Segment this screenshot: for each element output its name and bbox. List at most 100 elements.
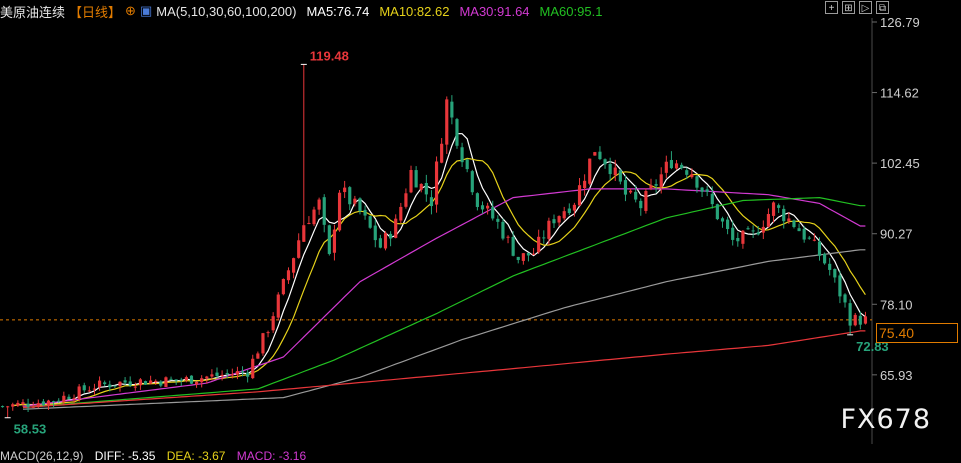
candle-body	[312, 209, 316, 225]
candle-body	[92, 388, 97, 390]
candle-body	[460, 147, 464, 163]
candle-body	[756, 232, 760, 235]
ma30-line	[22, 188, 866, 407]
candle-body	[230, 374, 234, 376]
candle-body	[363, 209, 367, 216]
candle-body	[261, 333, 265, 354]
candle-body	[184, 377, 188, 381]
candle-body	[618, 170, 622, 182]
candle-body	[761, 226, 765, 233]
candle-body	[353, 198, 357, 204]
candle-body	[649, 185, 653, 189]
ma10-value: MA10:82.62	[379, 3, 450, 19]
y-tick-label: 90.27	[880, 227, 913, 242]
candle-body	[266, 332, 270, 334]
ma60-value: MA60:95.1	[539, 3, 603, 19]
candle-body	[389, 233, 393, 239]
macd-readout: MACD(26,12,9) DIFF: -5.35 DEA: -3.67 MAC…	[0, 449, 314, 463]
macd-dea: DEA: -3.67	[166, 449, 226, 463]
candle-body	[567, 208, 571, 214]
candle-body	[659, 174, 663, 187]
candle-body	[817, 241, 822, 256]
ma-settings[interactable]: MA(5,10,30,60,100,200)	[156, 4, 296, 19]
candle-body	[16, 402, 20, 406]
candle-body	[628, 190, 633, 193]
candle-body	[220, 374, 224, 376]
candle-body	[726, 219, 730, 230]
ma200-line	[22, 330, 866, 409]
candle-body	[736, 237, 740, 242]
candle-body	[322, 197, 326, 225]
candle-body	[787, 218, 791, 222]
candle-body	[52, 401, 56, 403]
candle-body	[680, 164, 684, 169]
candle-body	[36, 403, 40, 407]
candle-body	[552, 219, 556, 224]
candle-body	[480, 205, 485, 210]
candle-body	[419, 183, 423, 190]
candle-body	[664, 161, 668, 173]
candle-body	[164, 377, 168, 387]
candle-body	[644, 191, 648, 211]
expand-icon[interactable]: ⧉	[876, 1, 889, 14]
period-label[interactable]: 【日线】	[69, 2, 121, 21]
candle-body	[572, 204, 576, 211]
candle-body	[159, 381, 163, 386]
candle-body	[123, 380, 127, 383]
candle-body	[194, 381, 199, 385]
candle-body	[705, 189, 709, 192]
y-tick-label: 65.93	[880, 368, 913, 383]
candle-body	[200, 378, 204, 383]
zoom-out-icon[interactable]: ▷	[859, 1, 872, 14]
candle-body	[271, 316, 275, 331]
macd-diff: DIFF: -5.35	[94, 449, 156, 463]
candlestick-chart[interactable]: 119.4858.5372.83 126.79114.62102.4590.27…	[0, 0, 961, 458]
candle-body	[608, 163, 612, 175]
candle-body	[603, 159, 607, 165]
candle-body	[777, 205, 781, 208]
candle-body	[434, 161, 439, 205]
macd-value: MACD: -3.16	[236, 449, 307, 463]
candle-body	[598, 151, 602, 160]
candle-body	[526, 252, 531, 256]
candle-body	[128, 381, 132, 386]
candle-body	[771, 202, 776, 216]
candle-body	[57, 400, 61, 402]
candle-body	[281, 278, 285, 295]
chart-grid	[0, 18, 873, 444]
zoom-in-icon[interactable]: ⊞	[842, 1, 855, 14]
candle-body	[542, 237, 546, 239]
candle-body	[746, 228, 750, 230]
candle-body	[225, 373, 229, 375]
chart-toolbar: + ⊞ ▷ ⧉	[821, 1, 889, 14]
candle-body	[256, 353, 260, 359]
candle-body	[292, 258, 296, 273]
candle-body	[0, 406, 5, 408]
settings-icon[interactable]: ⊕	[125, 3, 136, 19]
candle-body	[97, 380, 102, 388]
candle-body	[741, 230, 745, 244]
crosshair-icon[interactable]: +	[825, 1, 838, 14]
candle-body	[46, 400, 51, 406]
candle-body	[133, 386, 137, 388]
candle-body	[853, 314, 857, 326]
candles	[0, 64, 868, 418]
candle-body	[138, 379, 142, 386]
candle-body	[343, 187, 347, 193]
candle-body	[613, 167, 617, 176]
candle-body	[189, 375, 194, 384]
instrument-title: 美原油连续	[0, 4, 66, 20]
candle-body	[251, 358, 255, 379]
candle-body	[358, 198, 362, 212]
candle-body	[373, 225, 377, 241]
candle-body	[383, 233, 388, 249]
candle-body	[154, 380, 158, 383]
candle-body	[409, 169, 413, 193]
candle-body	[807, 237, 811, 239]
candle-body	[414, 170, 418, 188]
candle-body	[511, 236, 515, 256]
candle-body	[695, 176, 699, 188]
candle-body	[205, 376, 209, 379]
candle-body	[378, 238, 382, 248]
candle-body	[715, 204, 719, 220]
